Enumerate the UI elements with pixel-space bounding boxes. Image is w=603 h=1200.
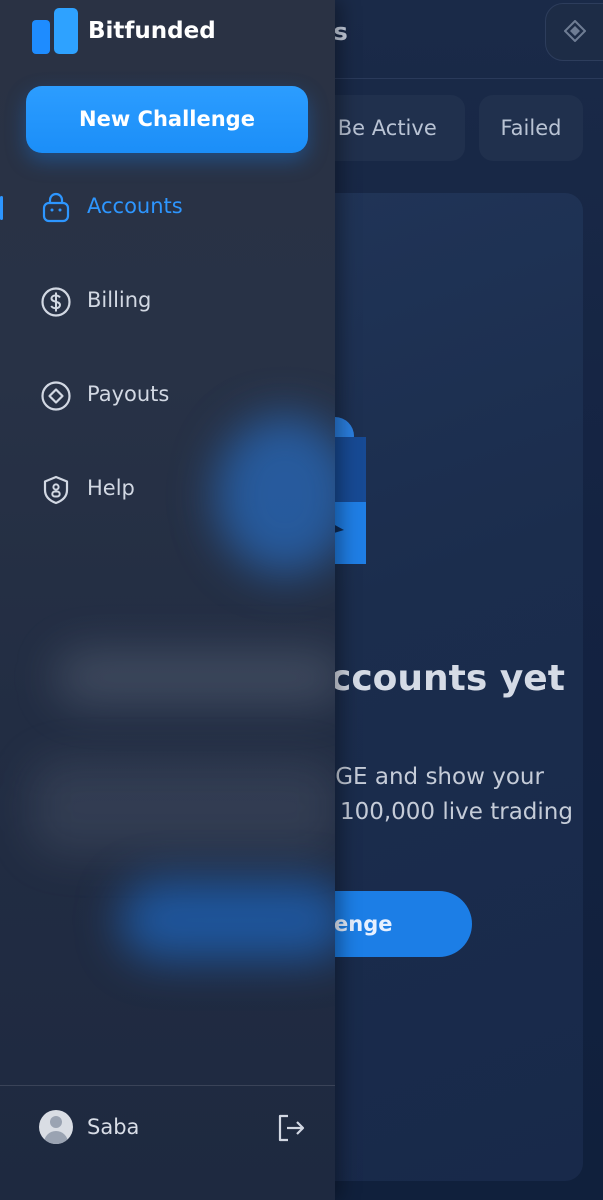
nav-label: Accounts (87, 194, 183, 218)
brand-name: Bitfunded (88, 18, 216, 44)
dollar-circle-icon (41, 287, 71, 317)
nav-item-accounts[interactable]: Accounts (40, 190, 300, 226)
blurred-glow (120, 880, 335, 960)
description-line: $ 100,000 live trading (318, 799, 573, 825)
nav-item-help[interactable]: Help (40, 472, 300, 508)
description-line: NGE and show your (318, 764, 544, 790)
tab-failed[interactable]: Failed (479, 95, 583, 161)
navigation-drawer: Bitfunded New Challenge Accounts Billing… (0, 0, 335, 1200)
nav-item-billing[interactable]: Billing (40, 284, 300, 320)
cta-label: enge (334, 912, 393, 936)
bitfunded-logo (32, 8, 78, 54)
logout-icon[interactable] (276, 1113, 306, 1143)
diamond-circle-icon (41, 381, 71, 411)
nav-item-payouts[interactable]: Payouts (40, 378, 300, 414)
lock-bag-icon (42, 192, 70, 223)
blurred-glow (30, 760, 335, 855)
empty-state-title: ccounts yet (330, 658, 565, 699)
new-challenge-button[interactable]: New Challenge (26, 86, 308, 153)
user-name: Saba (87, 1115, 140, 1139)
exchange-button[interactable] (545, 3, 603, 61)
blurred-glow (55, 650, 335, 705)
active-indicator (0, 196, 3, 220)
shield-help-icon (43, 475, 69, 505)
footer-divider (0, 1085, 335, 1086)
description-line: t. (318, 830, 588, 865)
avatar[interactable] (39, 1110, 73, 1144)
empty-state-description: NGE and show your $ 100,000 live trading… (318, 760, 588, 865)
nav-label: Help (87, 476, 135, 500)
nav-label: Payouts (87, 382, 170, 406)
nav-label: Billing (87, 288, 152, 312)
diamond-icon (564, 20, 586, 42)
